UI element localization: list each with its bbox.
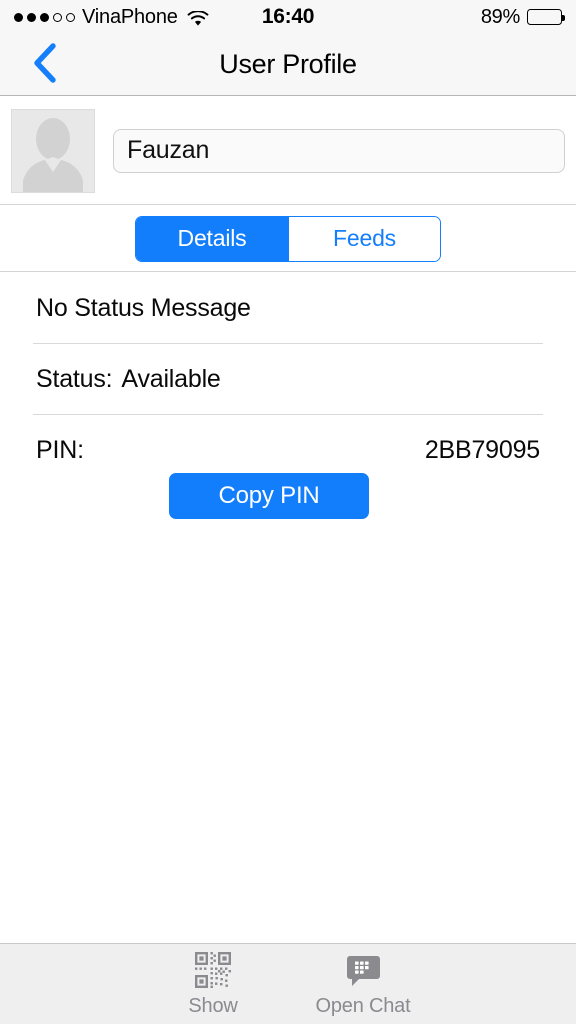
- status-bar-right: 89%: [288, 5, 565, 29]
- display-name-input[interactable]: Fauzan: [113, 128, 565, 173]
- status-message-text: No Status Message: [36, 293, 251, 322]
- status-value: Available: [121, 364, 221, 393]
- status-label: Status:: [36, 364, 113, 393]
- bottom-toolbar: Show Open Chat: [0, 943, 576, 1024]
- tab-details[interactable]: Details: [136, 216, 288, 261]
- toolbar-label-show: Show: [188, 995, 238, 1017]
- page-title: User Profile: [219, 49, 357, 79]
- toolbar-label-open-chat: Open Chat: [315, 995, 411, 1017]
- chat-bubble-icon: [344, 950, 382, 990]
- status-bar: VinaPhone 16:40 89%: [0, 0, 576, 34]
- person-placeholder-icon: [12, 109, 94, 192]
- profile-tabs-container: Details Feeds: [0, 206, 576, 272]
- navigation-bar: User Profile: [0, 34, 576, 96]
- avatar[interactable]: [11, 108, 95, 193]
- chevron-left-icon: [31, 42, 57, 89]
- details-list: No Status Message Status: Available PIN:…: [0, 273, 576, 485]
- tab-feeds[interactable]: Feeds: [288, 216, 440, 261]
- copy-pin-container: Copy PIN: [0, 473, 576, 519]
- battery-icon: [527, 9, 565, 25]
- status-row[interactable]: Status: Available: [0, 344, 576, 414]
- battery-percentage: 89%: [480, 5, 520, 28]
- toolbar-item-open-chat[interactable]: Open Chat: [311, 950, 415, 1018]
- copy-pin-button[interactable]: Copy PIN: [169, 473, 369, 519]
- pin-label: PIN:: [36, 435, 84, 464]
- status-message-row[interactable]: No Status Message: [0, 273, 576, 343]
- toolbar-item-show[interactable]: Show: [161, 950, 265, 1018]
- segmented-control: Details Feeds: [135, 215, 441, 262]
- profile-header-row: Fauzan: [0, 97, 576, 205]
- pin-value: 2BB79095: [424, 435, 540, 464]
- phone-screen: VinaPhone 16:40 89% User Profile Fauzan …: [0, 0, 576, 1024]
- back-button[interactable]: [16, 34, 72, 96]
- qr-code-icon: [194, 950, 232, 990]
